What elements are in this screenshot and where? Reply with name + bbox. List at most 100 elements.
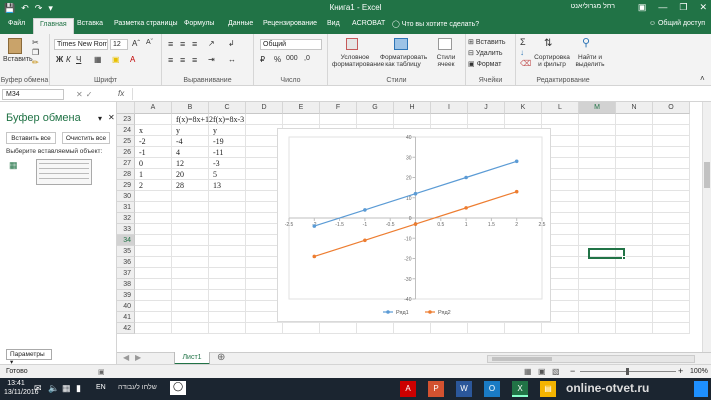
grow-font-icon[interactable]: Aˆ	[132, 39, 140, 48]
row-header-24[interactable]: 24	[117, 125, 135, 136]
cell-a24[interactable]: x	[139, 125, 143, 136]
column-header-d[interactable]: D	[246, 102, 283, 114]
row-header-30[interactable]: 30	[117, 191, 135, 202]
conditional-format-button[interactable]: Условное форматирование	[332, 54, 384, 68]
word-taskbar-icon[interactable]: W	[456, 381, 472, 397]
orientation-icon[interactable]: ↗	[208, 39, 215, 48]
cut-icon[interactable]: ✂	[32, 38, 39, 47]
user-name[interactable]: רחל מגרוליאנט	[571, 3, 615, 10]
select-all-corner[interactable]	[117, 102, 135, 114]
clipboard-item-thumbnail[interactable]	[36, 159, 92, 185]
column-header-j[interactable]: J	[468, 102, 505, 114]
indent-icon[interactable]: ⇥	[208, 55, 215, 64]
zoom-in-icon[interactable]: +	[678, 366, 683, 376]
name-box[interactable]: M34	[2, 89, 64, 100]
autosum-icon[interactable]: Σ	[520, 37, 526, 47]
macro-record-icon[interactable]: ▣	[98, 368, 105, 376]
align-right-icon[interactable]: ≡	[192, 55, 197, 65]
align-middle-icon[interactable]: ≡	[180, 39, 185, 49]
cell-c26[interactable]: -11	[213, 147, 223, 158]
font-size-select[interactable]: 12	[110, 39, 128, 50]
zoom-out-icon[interactable]: −	[570, 366, 575, 376]
cell-c27[interactable]: -3	[213, 158, 220, 169]
column-header-g[interactable]: G	[357, 102, 394, 114]
currency-icon[interactable]: ₽	[260, 55, 265, 64]
volume-icon[interactable]: 🔈	[48, 383, 59, 394]
tab-insert[interactable]: Вставка	[77, 20, 103, 27]
paste-icon[interactable]	[8, 38, 22, 54]
format-cells-button[interactable]: ▣ Формат	[468, 60, 501, 68]
battery-icon[interactable]: ▮	[76, 383, 81, 394]
shrink-font-icon[interactable]: Aˇ	[146, 39, 153, 46]
next-sheet-icon[interactable]: ▶	[135, 353, 141, 362]
comma-style-icon[interactable]: 000	[286, 55, 298, 62]
row-header-28[interactable]: 28	[117, 169, 135, 180]
search-box-icon[interactable]: ◯	[170, 381, 186, 395]
options-dropdown[interactable]: Параметры ▾	[6, 349, 52, 366]
column-header-h[interactable]: H	[394, 102, 431, 114]
outlook-taskbar-icon[interactable]: O	[484, 381, 500, 397]
vertical-scrollbar[interactable]	[702, 102, 711, 352]
insert-cells-button[interactable]: ⊞ Вставить	[468, 38, 505, 46]
clock[interactable]: 13:41 13/11/2016	[4, 379, 39, 397]
cell-b29[interactable]: 28	[176, 180, 184, 191]
format-as-table-button[interactable]: Форматировать как таблицу	[380, 54, 427, 68]
clear-icon[interactable]: ⌫	[520, 59, 531, 68]
tab-file[interactable]: Файл	[8, 20, 25, 27]
row-header-32[interactable]: 32	[117, 213, 135, 224]
row-header-25[interactable]: 25	[117, 136, 135, 147]
number-format-select[interactable]: Общий	[260, 39, 322, 50]
row-header-37[interactable]: 37	[117, 268, 135, 279]
ribbon-options-icon[interactable]: ▣	[638, 2, 647, 13]
borders-icon[interactable]: ▦	[94, 55, 102, 64]
restore-icon[interactable]: ❐	[679, 2, 687, 13]
explorer-taskbar-icon[interactable]: ▤	[540, 381, 556, 397]
font-color-icon[interactable]: A	[130, 55, 135, 64]
insert-function-button[interactable]: fx	[118, 89, 124, 98]
row-header-36[interactable]: 36	[117, 257, 135, 268]
column-header-o[interactable]: O	[653, 102, 690, 114]
tab-home[interactable]: Главная	[33, 18, 74, 34]
column-header-a[interactable]: A	[135, 102, 172, 114]
underline-icon[interactable]: Ч	[76, 55, 81, 64]
merge-center-icon[interactable]: ↔	[228, 55, 236, 64]
share-button[interactable]: ☺ Общий доступ	[649, 20, 705, 27]
cell-b23[interactable]: f(x)=8x+12	[176, 114, 213, 125]
column-header-k[interactable]: K	[505, 102, 542, 114]
clear-all-button[interactable]: Очистить все	[62, 132, 110, 144]
close-icon[interactable]: ✕	[699, 2, 707, 13]
row-header-42[interactable]: 42	[117, 323, 135, 334]
tab-formulas[interactable]: Формулы	[184, 20, 214, 27]
prev-sheet-icon[interactable]: ◀	[123, 353, 129, 362]
paste-all-button[interactable]: Вставить все	[6, 132, 56, 144]
tab-review[interactable]: Рецензирование	[263, 20, 317, 27]
tab-data[interactable]: Данные	[228, 20, 253, 27]
language-indicator[interactable]: EN	[96, 384, 106, 391]
align-bottom-icon[interactable]: ≡	[192, 39, 197, 49]
formula-input[interactable]	[132, 88, 707, 100]
italic-icon[interactable]: К	[66, 55, 71, 64]
cancel-icon[interactable]: ✕	[76, 90, 86, 99]
horizontal-scrollbar[interactable]	[487, 355, 695, 363]
acrobat-taskbar-icon[interactable]: A	[400, 381, 416, 397]
row-header-41[interactable]: 41	[117, 312, 135, 323]
cell-b28[interactable]: 20	[176, 169, 184, 180]
column-header-i[interactable]: I	[431, 102, 468, 114]
cell-a26[interactable]: -1	[139, 147, 146, 158]
column-header-e[interactable]: E	[283, 102, 320, 114]
cell-a28[interactable]: 1	[139, 169, 143, 180]
sort-filter-button[interactable]: Сортировка и фильтр	[534, 54, 570, 68]
zoom-slider-thumb[interactable]	[626, 368, 629, 375]
minimize-icon[interactable]: —	[658, 2, 667, 13]
normal-view-icon[interactable]: ▦	[524, 367, 532, 376]
delete-cells-button[interactable]: ⊟ Удалить	[468, 49, 503, 57]
column-header-b[interactable]: B	[172, 102, 209, 114]
powerpoint-taskbar-icon[interactable]: P	[428, 381, 444, 397]
pane-menu-icon[interactable]: ▾	[98, 114, 102, 123]
excel-taskbar-icon[interactable]: X	[512, 381, 528, 397]
font-name-select[interactable]: Times New Roma	[54, 39, 108, 50]
percent-icon[interactable]: %	[274, 55, 281, 64]
cell-a29[interactable]: 2	[139, 180, 143, 191]
cell-b25[interactable]: -4	[176, 136, 183, 147]
decimal-icon[interactable]: ,0	[304, 55, 310, 62]
